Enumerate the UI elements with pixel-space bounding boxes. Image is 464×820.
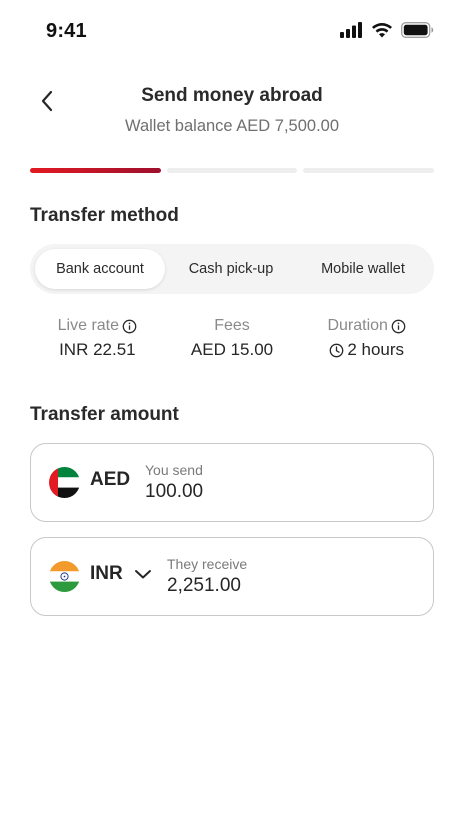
header: Send money abroad Wallet balance AED 7,5… [0,80,464,140]
progress-step-2 [166,168,298,173]
transfer-method-selector: Bank account Cash pick-up Mobile wallet [30,244,434,294]
step-progress [30,168,435,173]
status-bar: 9:41 [0,0,464,62]
receive-amount-card[interactable]: INR They receive 2,251.00 [30,537,434,616]
fees: Fees AED 15.00 [165,315,300,365]
transfer-info: Live rate INR 22.51 Fees AED 15.00 Durat… [30,315,434,365]
option-cash-pickup[interactable]: Cash pick-up [165,249,297,289]
live-rate: Live rate INR 22.51 [30,315,165,365]
battery-icon [401,22,434,38]
they-receive-label: They receive [167,556,248,572]
status-icons [340,22,434,38]
receive-amount-value[interactable]: 2,251.00 [167,575,241,597]
chevron-down-icon[interactable] [134,568,152,580]
wifi-icon [372,23,392,38]
duration-label: Duration [327,317,388,334]
wallet-balance: Wallet balance AED 7,500.00 [124,117,340,135]
transfer-amount-title: Transfer amount [30,404,179,425]
send-amount-input[interactable]: 100.00 [145,481,203,503]
send-amount-card[interactable]: AED You send 100.00 [30,443,434,522]
duration-value: 2 hours [347,340,405,359]
clock-icon [329,343,344,357]
receive-currency-code: INR [90,563,123,584]
transfer-method-title: Transfer method [30,205,179,226]
live-rate-value: INR 22.51 [59,340,136,359]
info-icon[interactable] [122,319,137,334]
uae-flag-icon [49,467,80,498]
option-mobile-wallet[interactable]: Mobile wallet [297,249,429,289]
option-bank-account[interactable]: Bank account [35,249,165,289]
progress-step-1 [30,168,161,173]
duration: Duration 2 hours [299,315,434,365]
india-flag-icon [49,561,80,592]
status-time: 9:41 [46,20,87,42]
fees-value: AED 15.00 [190,340,274,359]
info-icon[interactable] [391,319,406,334]
page-title: Send money abroad [141,85,323,106]
fees-label: Fees [214,317,250,334]
cellular-signal-icon [340,22,362,38]
you-send-label: You send [145,462,203,478]
send-currency-code: AED [90,469,131,490]
progress-step-3 [303,168,435,173]
live-rate-label: Live rate [57,317,120,334]
